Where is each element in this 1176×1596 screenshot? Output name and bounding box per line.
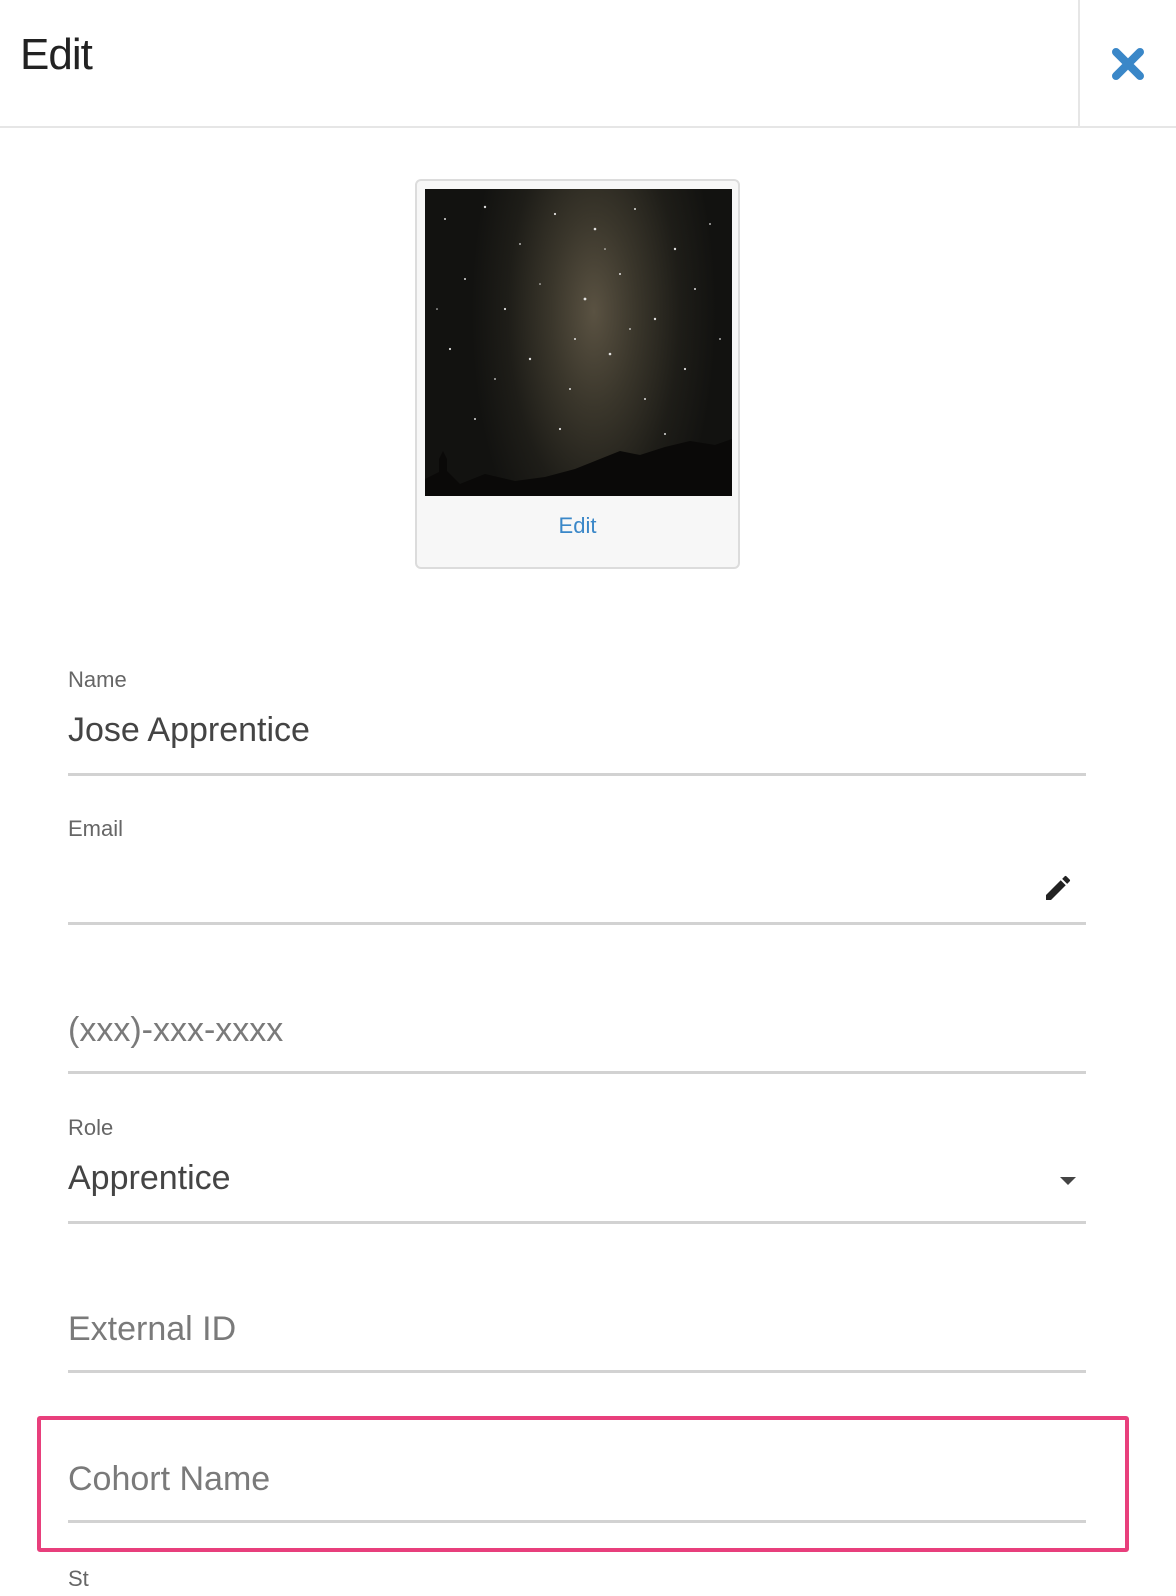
email-label: Email [68, 816, 124, 841]
close-x-icon [1112, 48, 1144, 80]
name-underline [68, 773, 1086, 776]
close-button[interactable] [1080, 0, 1176, 128]
next-field-label: St [68, 1566, 89, 1591]
external-id-underline [68, 1370, 1086, 1373]
edit-panel: Edit Edit Name Jose Apprentice Email (xx… [0, 0, 1176, 1596]
cohort-name-underline [68, 1520, 1086, 1523]
caret-down-icon[interactable] [1060, 1177, 1076, 1185]
phone-field[interactable]: (xxx)-xxx-xxxx [68, 963, 1086, 1077]
role-field[interactable]: Role Apprentice [68, 1113, 1086, 1227]
cohort-name-input[interactable]: Cohort Name [68, 1460, 270, 1499]
name-input[interactable]: Jose Apprentice [68, 711, 310, 750]
profile-photo-card: Edit [415, 179, 740, 569]
role-select[interactable]: Apprentice [68, 1159, 231, 1198]
email-underline [68, 922, 1086, 925]
phone-underline [68, 1071, 1086, 1074]
email-field[interactable]: Email [68, 814, 1086, 928]
panel-header: Edit [0, 0, 1176, 128]
photo-edit-link[interactable]: Edit [417, 513, 738, 539]
role-underline [68, 1221, 1086, 1224]
starry-sky-photo [425, 205, 732, 496]
external-id-input[interactable]: External ID [68, 1310, 236, 1349]
role-label: Role [68, 1115, 114, 1140]
name-label: Name [68, 667, 127, 692]
panel-title: Edit [20, 30, 93, 79]
name-field[interactable]: Name Jose Apprentice [68, 665, 1086, 779]
cohort-name-field[interactable]: Cohort Name [68, 1412, 1086, 1526]
phone-input[interactable]: (xxx)-xxx-xxxx [68, 1011, 283, 1050]
external-id-field[interactable]: External ID [68, 1262, 1086, 1376]
profile-photo[interactable] [425, 189, 732, 496]
pencil-icon[interactable] [1042, 872, 1074, 904]
